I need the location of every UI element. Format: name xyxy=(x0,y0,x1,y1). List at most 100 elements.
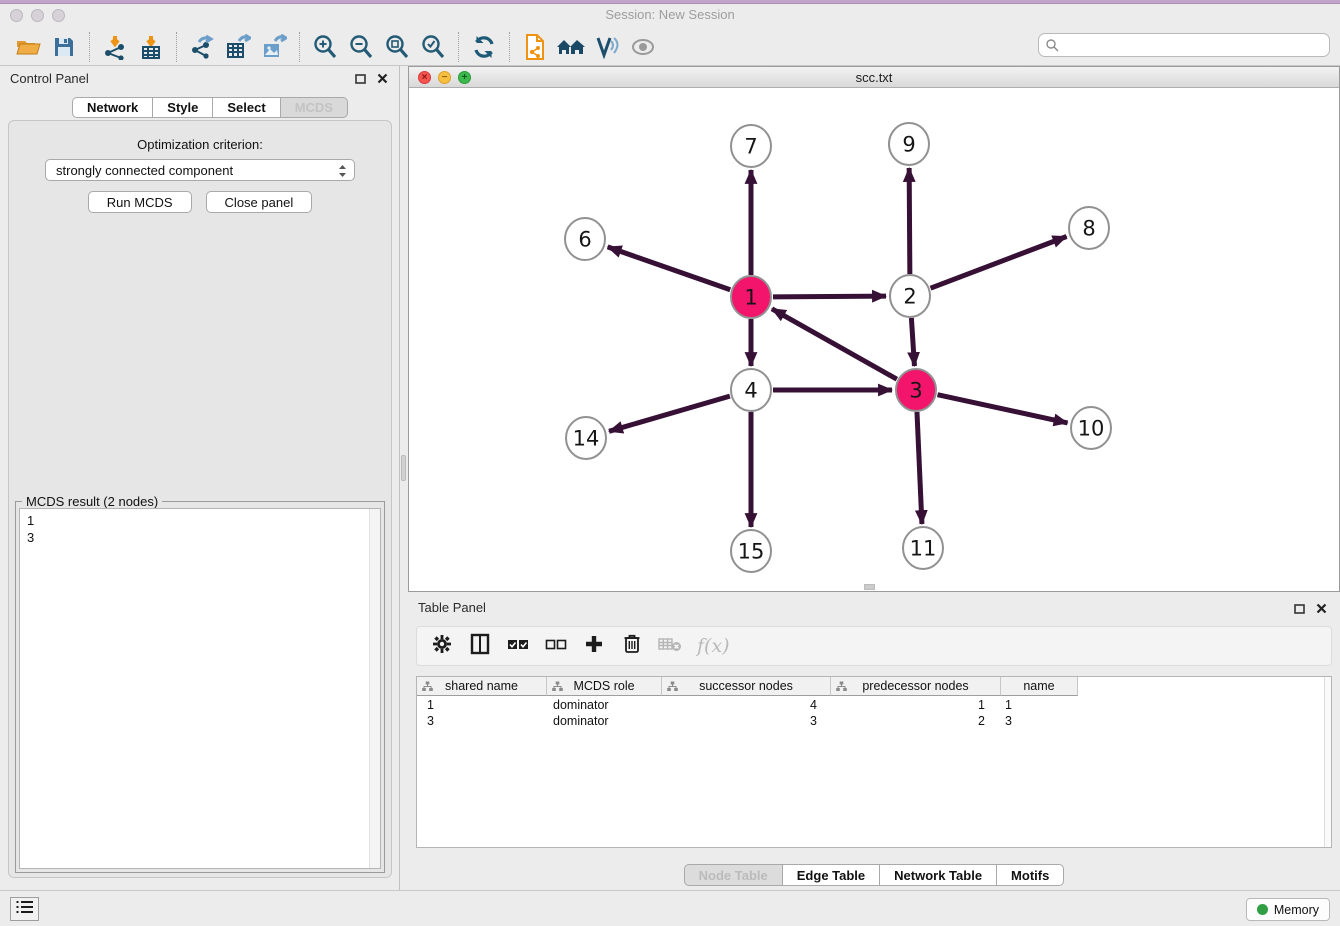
tab-node-table[interactable]: Node Table xyxy=(684,864,783,886)
export-image-button[interactable] xyxy=(256,31,292,63)
tab-style[interactable]: Style xyxy=(152,97,213,118)
result-scrollbar[interactable] xyxy=(369,509,380,868)
zoom-out-icon xyxy=(348,34,374,60)
import-table-icon xyxy=(138,34,164,60)
toolbar-separator xyxy=(509,32,510,62)
cell-name: 1 xyxy=(1001,697,1078,713)
window-accent-strip xyxy=(0,0,1340,4)
edge-2-3[interactable] xyxy=(911,318,914,366)
criterion-select[interactable]: strongly connected component xyxy=(45,159,355,181)
table-panel: Table Panel xyxy=(408,592,1340,890)
table-scrollbar[interactable] xyxy=(1324,677,1331,847)
table-row[interactable]: 3dominator323 xyxy=(417,713,1078,729)
control-panel-header: Control Panel xyxy=(0,66,399,92)
table-panel-header: Table Panel xyxy=(408,594,1340,618)
control-panel-tabs: NetworkStyleSelectMCDS xyxy=(72,97,348,118)
add-column-button[interactable] xyxy=(579,631,609,661)
home-button[interactable] xyxy=(553,31,589,63)
tab-network-table[interactable]: Network Table xyxy=(879,864,997,886)
tab-mcds[interactable]: MCDS xyxy=(280,97,348,118)
show-columns-button[interactable] xyxy=(465,631,495,661)
node-label-11: 11 xyxy=(910,536,937,560)
sort-tree-icon xyxy=(667,681,678,692)
show-hide-button[interactable] xyxy=(625,31,661,63)
mcds-result-area[interactable]: 1 3 xyxy=(19,508,381,869)
cell-shared-name: 3 xyxy=(417,713,547,729)
tab-select[interactable]: Select xyxy=(212,97,280,118)
select-all-button[interactable] xyxy=(503,631,533,661)
column-header-name[interactable]: name xyxy=(1001,677,1078,696)
panel-splitter-handle[interactable] xyxy=(401,455,406,481)
open-folder-icon xyxy=(15,35,41,59)
tab-motifs[interactable]: Motifs xyxy=(996,864,1064,886)
table-row[interactable]: 1dominator411 xyxy=(417,697,1078,713)
toolbar-separator xyxy=(89,32,90,62)
deselect-all-button[interactable] xyxy=(541,631,571,661)
run-mcds-button[interactable]: Run MCDS xyxy=(88,191,192,213)
optimization-criterion-label: Optimization criterion: xyxy=(9,137,391,152)
zoom-selected-button[interactable] xyxy=(415,31,451,63)
import-network-button[interactable] xyxy=(97,31,133,63)
save-icon xyxy=(52,35,76,59)
edge-3-11[interactable] xyxy=(917,412,922,524)
float-panel-icon[interactable] xyxy=(354,72,367,85)
home-icon xyxy=(556,35,586,59)
search-input[interactable] xyxy=(1038,33,1330,57)
edge-3-1[interactable] xyxy=(772,309,897,379)
export-network-icon xyxy=(189,34,215,60)
export-table-button[interactable] xyxy=(220,31,256,63)
cell-successor-nodes: 3 xyxy=(662,713,831,729)
column-header-predecessor-nodes[interactable]: predecessor nodes xyxy=(831,677,1001,696)
control-panel: Control Panel NetworkStyleSelectMCDS Opt… xyxy=(0,66,400,890)
vizmapper-button[interactable] xyxy=(589,31,625,63)
float-table-panel-icon[interactable] xyxy=(1293,602,1306,615)
column-header-shared-name[interactable]: shared name xyxy=(417,677,547,696)
apply-layout-button[interactable] xyxy=(466,31,502,63)
network-canvas[interactable]: 7968124314101511 xyxy=(409,88,1339,591)
import-table-button[interactable] xyxy=(133,31,169,63)
edge-2-8[interactable] xyxy=(931,237,1067,289)
task-history-button[interactable] xyxy=(10,897,39,921)
zoom-in-button[interactable] xyxy=(307,31,343,63)
edge-1-6[interactable] xyxy=(608,247,731,290)
window-title: Session: New Session xyxy=(0,7,1340,22)
zoom-in-icon xyxy=(312,34,338,60)
edge-2-9[interactable] xyxy=(909,168,910,274)
zoom-out-button[interactable] xyxy=(343,31,379,63)
column-header-MCDS-role[interactable]: MCDS role xyxy=(547,677,662,696)
edge-4-14[interactable] xyxy=(609,396,730,431)
vizmapper-icon xyxy=(594,35,620,59)
table-settings-button[interactable] xyxy=(427,631,457,661)
eye-icon xyxy=(630,36,656,58)
close-table-panel-icon[interactable] xyxy=(1315,602,1328,615)
column-header-successor-nodes[interactable]: successor nodes xyxy=(662,677,831,696)
canvas-splitter-grip[interactable] xyxy=(864,584,875,590)
search-field xyxy=(1038,33,1330,57)
sort-tree-icon xyxy=(836,681,847,692)
node-label-4: 4 xyxy=(744,378,757,402)
delete-column-button-disabled xyxy=(655,631,685,661)
column-label: MCDS role xyxy=(573,679,634,693)
save-session-button[interactable] xyxy=(46,31,82,63)
cell-predecessor-nodes: 2 xyxy=(831,713,1001,729)
import-network-icon xyxy=(102,34,128,60)
zoom-fit-button[interactable] xyxy=(379,31,415,63)
network-from-file-button[interactable] xyxy=(517,31,553,63)
close-panel-button[interactable]: Close panel xyxy=(206,191,313,213)
cell-MCDS-role: dominator xyxy=(547,697,662,713)
toolbar-separator xyxy=(176,32,177,62)
edge-3-10[interactable] xyxy=(937,395,1067,423)
open-session-button[interactable] xyxy=(10,31,46,63)
memory-status-dot xyxy=(1257,904,1268,915)
export-network-button[interactable] xyxy=(184,31,220,63)
function-builder-button-disabled: f(x) xyxy=(693,631,734,661)
column-label: predecessor nodes xyxy=(862,679,968,693)
node-table: shared name MCDS role successor nodes prede… xyxy=(416,676,1332,848)
close-panel-icon[interactable] xyxy=(376,72,389,85)
delete-button[interactable] xyxy=(617,631,647,661)
memory-button[interactable]: Memory xyxy=(1246,898,1330,921)
edge-1-2[interactable] xyxy=(773,296,886,297)
tab-edge-table[interactable]: Edge Table xyxy=(782,864,880,886)
tab-network[interactable]: Network xyxy=(72,97,153,118)
network-window-titlebar[interactable]: × − + scc.txt xyxy=(409,67,1339,88)
